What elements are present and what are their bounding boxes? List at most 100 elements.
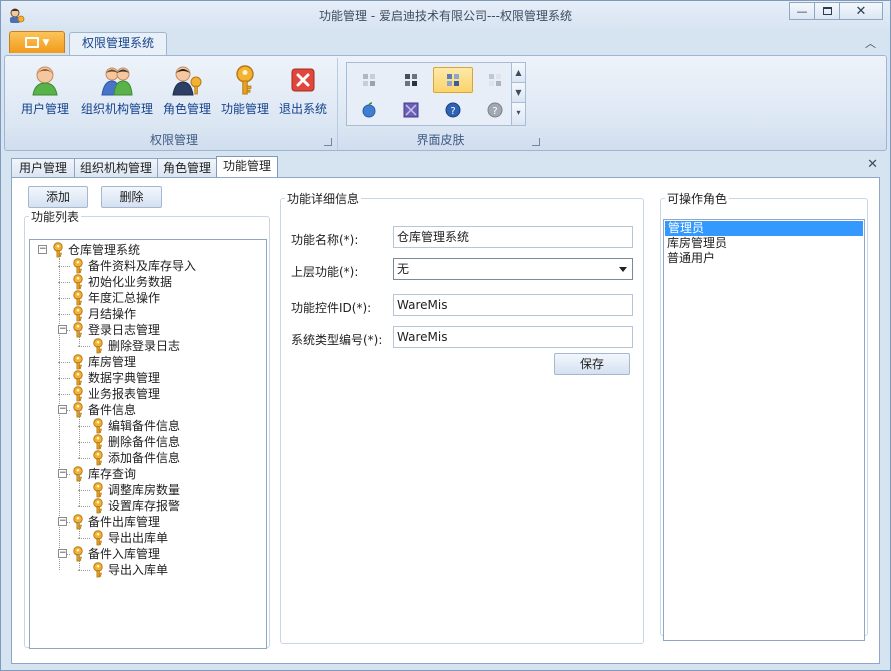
window-title: 功能管理 - 爱启迪技术有限公司---权限管理系统	[319, 9, 572, 23]
group-launcher-icon[interactable]	[532, 138, 540, 146]
skin-help-gray-icon[interactable]: ?	[475, 97, 515, 123]
add-button[interactable]: 添加	[28, 186, 88, 208]
tree-item-label: 删除备件信息	[108, 435, 181, 449]
gallery-scroll-up-icon[interactable]: ▲	[512, 63, 525, 83]
organization-icon	[101, 67, 133, 96]
title-bar: 功能管理 - 爱启迪技术有限公司---权限管理系统 — ✕	[1, 1, 890, 29]
group-launcher-icon[interactable]	[324, 138, 332, 146]
ribbon-group-permission: 用户管理 组织机构管理 角色管理 功能管理 退出系统 权限管理	[13, 58, 335, 150]
tree-line	[78, 506, 90, 507]
key-icon	[90, 498, 106, 514]
app-menu-button[interactable]: ▼	[9, 31, 65, 53]
ribbon-group-skin: ? ? ▲ ▼ ▾ 界面皮肤	[337, 58, 543, 150]
minimize-icon: —	[796, 4, 808, 18]
tab-function-management[interactable]: 功能管理	[216, 156, 278, 178]
tree-line	[79, 522, 80, 538]
maximize-icon	[822, 7, 832, 15]
tree-line	[79, 554, 80, 570]
function-management-label: 功能管理	[220, 102, 269, 116]
tree-line	[58, 378, 70, 379]
key-icon	[90, 482, 106, 498]
maximize-button[interactable]	[814, 2, 840, 20]
tab-organization-management[interactable]: 组织机构管理	[74, 158, 158, 178]
skin-grid-blue-icon[interactable]	[433, 67, 473, 93]
role-management-label: 角色管理	[162, 102, 211, 116]
key-icon	[70, 402, 86, 418]
key-icon	[70, 370, 86, 386]
tree-item-label: 删除登录日志	[108, 339, 181, 353]
skin-grid-light-icon[interactable]	[475, 67, 515, 93]
exit-system-button[interactable]: 退出系统	[275, 60, 331, 122]
role-list-item[interactable]: 库房管理员	[664, 236, 864, 251]
skin-gallery: ? ? ▲ ▼ ▾	[346, 62, 526, 126]
role-list-item[interactable]: 普通用户	[664, 251, 864, 266]
skin-x-purple-icon[interactable]	[391, 97, 431, 123]
key-icon	[70, 290, 86, 306]
collapse-toggle-icon[interactable]: −	[58, 405, 67, 414]
skin-grid-dark-icon[interactable]	[391, 67, 431, 93]
ribbon-tab-row: ▼ 权限管理系统 ︿	[1, 29, 890, 55]
collapse-toggle-icon[interactable]: −	[38, 245, 47, 254]
function-tree[interactable]: 仓库管理系统 − 备件资料及库存导入 初始化业务数据 年度汇总操作 月结操作 登录日志管理 −…	[29, 239, 267, 649]
organization-management-button[interactable]: 组织机构管理	[77, 60, 157, 122]
key-icon	[70, 306, 86, 322]
ribbon-collapse-icon[interactable]: ︿	[865, 35, 876, 51]
skin-grid-gray-icon[interactable]	[349, 67, 389, 93]
close-tab-icon[interactable]: ✕	[867, 157, 878, 172]
roles-group: 可操作角色 管理员 库房管理员 普通用户	[660, 190, 868, 641]
function-detail-group: 功能详细信息 功能名称(*): 仓库管理系统 上层功能(*): 无 功能控件ID…	[280, 190, 644, 644]
tree-item-label: 初始化业务数据	[88, 275, 173, 289]
control-id-input[interactable]: WareMis	[393, 294, 633, 316]
collapse-toggle-icon[interactable]: −	[58, 517, 67, 526]
function-management-button[interactable]: 功能管理	[217, 60, 273, 122]
gallery-scroll-down-icon[interactable]: ▼	[512, 83, 525, 103]
tab-user-management[interactable]: 用户管理	[11, 158, 75, 178]
parent-function-select[interactable]: 无	[393, 258, 633, 280]
tab-role-management[interactable]: 角色管理	[157, 158, 217, 178]
role-key-icon	[172, 66, 202, 96]
system-type-input[interactable]: WareMis	[393, 326, 633, 348]
key-icon	[70, 514, 86, 530]
ribbon-group-label-skin: 界面皮肤	[416, 133, 465, 147]
save-button[interactable]: 保存	[554, 353, 630, 375]
chevron-down-icon: ▼	[42, 37, 50, 48]
collapse-toggle-icon[interactable]: −	[58, 549, 67, 558]
ribbon-tab-permission-system[interactable]: 权限管理系统	[69, 32, 167, 55]
roles-listbox[interactable]: 管理员 库房管理员 普通用户	[663, 219, 865, 641]
close-icon: ✕	[855, 3, 867, 19]
key-icon	[50, 242, 66, 258]
tree-item-label: 导出出库单	[108, 531, 169, 545]
close-button[interactable]: ✕	[839, 2, 883, 20]
collapse-toggle-icon[interactable]: −	[58, 325, 67, 334]
window-controls: — ✕	[789, 2, 883, 20]
main-window: 功能管理 - 爱启迪技术有限公司---权限管理系统 — ✕ ▼ 权限管理系统 ︿…	[0, 0, 891, 671]
delete-button[interactable]: 删除	[101, 186, 162, 208]
role-list-item[interactable]: 管理员	[665, 221, 863, 236]
user-management-button[interactable]: 用户管理	[13, 60, 77, 122]
tree-item-label: 库房管理	[88, 355, 137, 369]
minimize-button[interactable]: —	[789, 2, 815, 20]
role-management-button[interactable]: 角色管理	[159, 60, 215, 122]
skin-apple-icon[interactable]	[349, 97, 389, 123]
chevron-down-icon	[619, 267, 627, 272]
function-name-label: 功能名称(*):	[291, 233, 359, 247]
key-icon	[90, 450, 106, 466]
tree-item-label: 编辑备件信息	[108, 419, 181, 433]
tree-line	[58, 362, 70, 363]
function-name-input[interactable]: 仓库管理系统	[393, 226, 633, 248]
exit-icon	[291, 68, 315, 92]
system-type-label: 系统类型编号(*):	[291, 333, 383, 347]
key-icon	[70, 466, 86, 482]
svg-text:?: ?	[450, 106, 455, 117]
collapse-toggle-icon[interactable]: −	[58, 469, 67, 478]
parent-function-label: 上层功能(*):	[291, 265, 359, 279]
key-icon	[90, 418, 106, 434]
skin-help-blue-icon[interactable]: ?	[433, 97, 473, 123]
gallery-expand-icon[interactable]: ▾	[512, 103, 525, 125]
ribbon: 用户管理 组织机构管理 角色管理 功能管理 退出系统 权限管理 ? ? ▲ ▼ …	[4, 55, 887, 151]
user-icon	[32, 66, 58, 96]
tree-line	[79, 490, 80, 506]
tree-line	[79, 410, 80, 426]
tree-line	[79, 330, 80, 346]
tree-line	[58, 282, 70, 283]
